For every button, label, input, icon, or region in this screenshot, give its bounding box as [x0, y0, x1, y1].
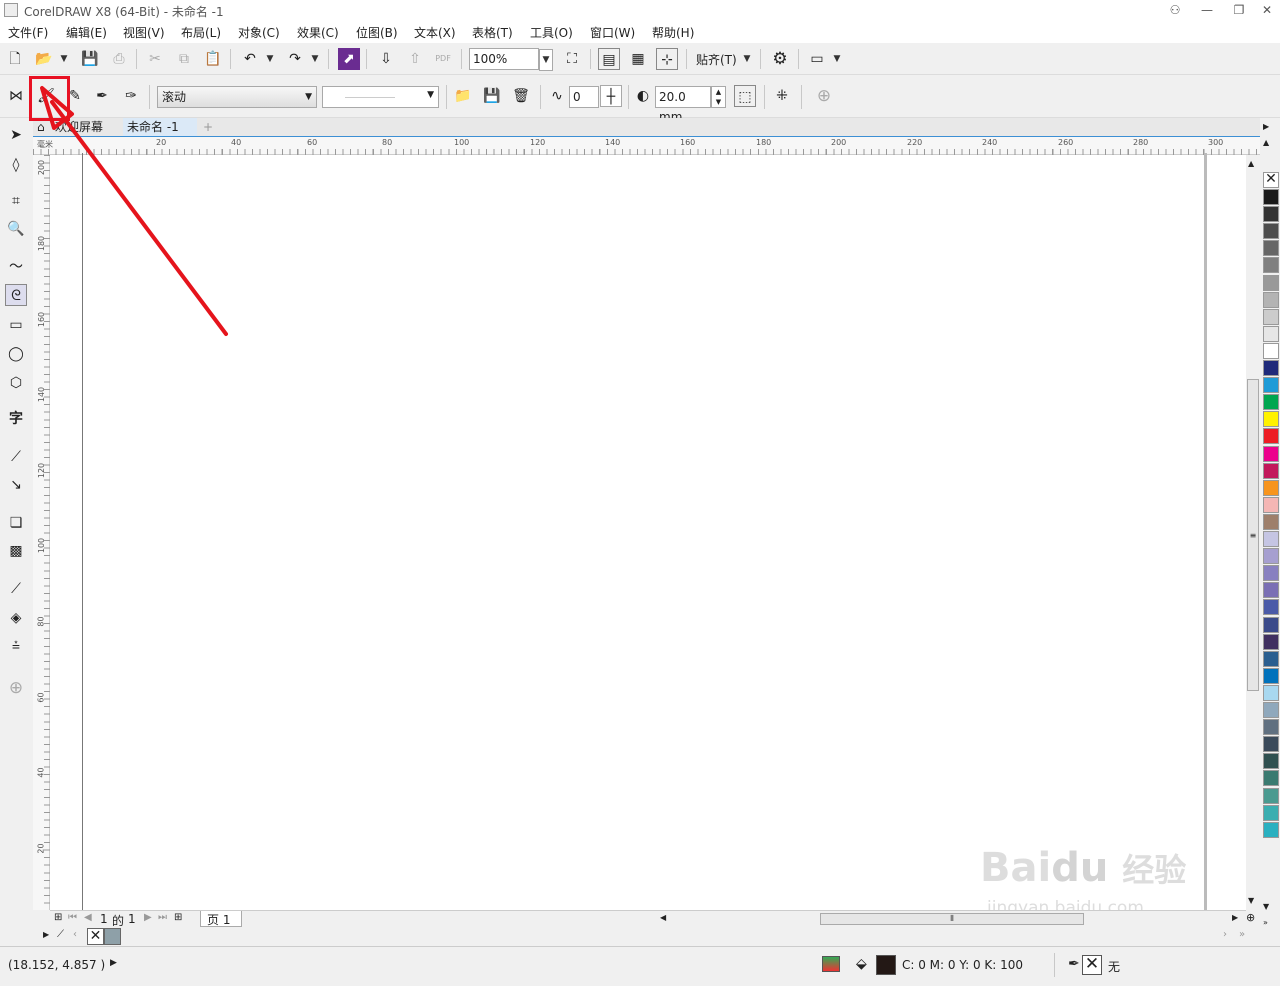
annotation-arrow [40, 86, 228, 336]
